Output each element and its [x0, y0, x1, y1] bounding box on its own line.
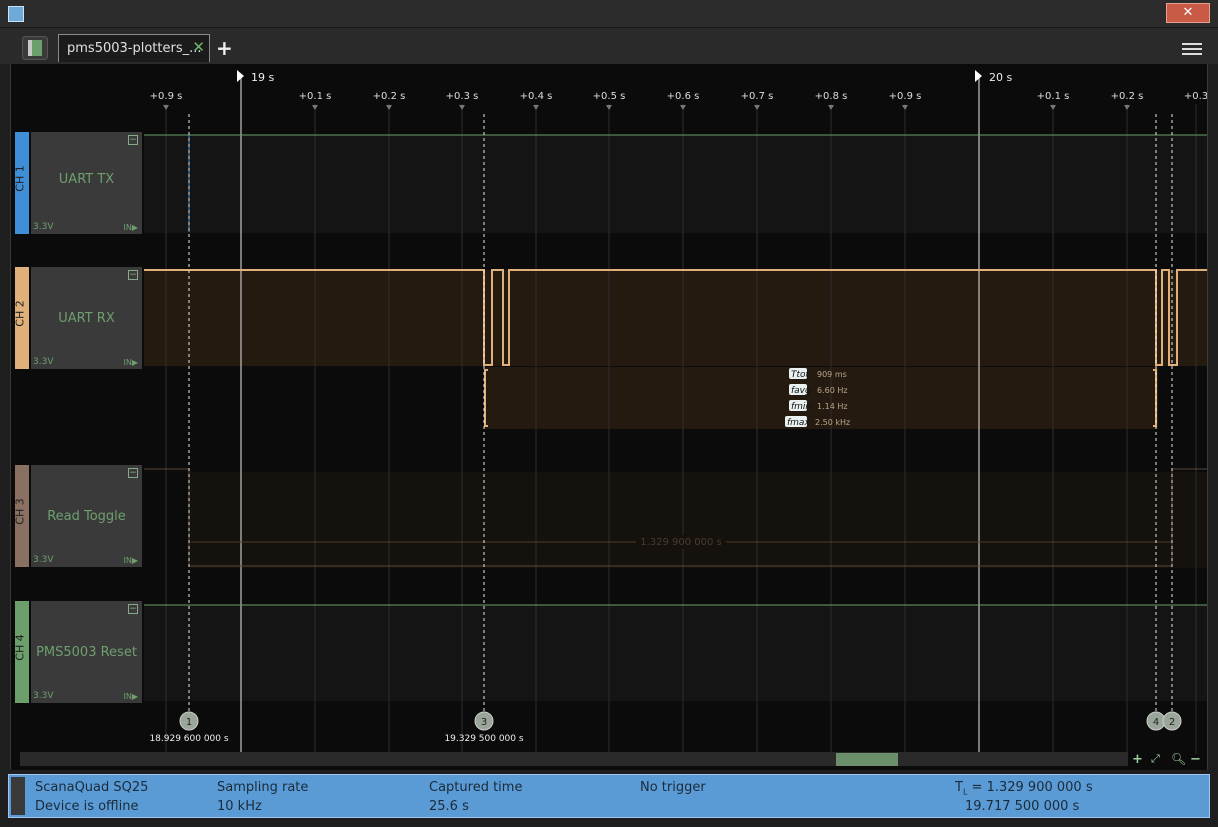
ch3-trace-bg: [189, 472, 1207, 568]
channel-io: IN▶: [123, 223, 139, 232]
zoom-out-icon[interactable]: −: [1190, 752, 1201, 767]
fmax-value: 2.50 kHz: [815, 418, 850, 427]
app-icon: [8, 6, 24, 22]
captured-time-value: 25.6 s: [429, 799, 469, 814]
channel-voltage: 3.3V: [33, 357, 54, 367]
marker-19s-label: 19 s: [251, 71, 274, 84]
tab-close-icon[interactable]: ✕: [192, 38, 205, 56]
plot-area[interactable]: 19 s 20 s +0.9 s +0.1 s +0.2 s +0.3 s +0…: [10, 64, 1208, 770]
zoom-in-icon[interactable]: +: [1132, 752, 1143, 767]
cursor-4-id: 4: [1153, 717, 1159, 728]
tick-label: +0.2 s: [373, 91, 406, 102]
channel-voltage: 3.3V: [33, 222, 54, 232]
tick-label: +0.3: [1184, 91, 1208, 102]
tick-label: +0.6 s: [667, 91, 700, 102]
channel-tab-ch1[interactable]: CH 1: [14, 132, 29, 234]
channel-voltage: 3.3V: [33, 691, 54, 701]
channel-tab-ch4[interactable]: CH 4: [14, 601, 29, 703]
absolute-time: 19.717 500 000 s: [965, 799, 1080, 814]
cursor-3-time: 19.329 500 000 s: [444, 734, 523, 744]
tick-label: +0.1 s: [1037, 91, 1070, 102]
channel-tab-ch3[interactable]: CH 3: [14, 465, 29, 567]
fmin-badge: fmin: [791, 402, 811, 412]
status-device-tab: [11, 777, 25, 815]
span-label: 1.329 900 000 s: [640, 537, 722, 548]
tab-title: pms5003-plotters_...: [67, 41, 202, 56]
add-tab-button[interactable]: +: [216, 36, 233, 60]
tl-readout: TL = 1.329 900 000 s: [955, 780, 1093, 797]
channel-io: IN▶: [123, 692, 139, 701]
captured-time-label: Captured time: [429, 780, 523, 795]
zoom-search-icon[interactable]: 🔍︎: [1171, 752, 1186, 766]
channel-name: Read Toggle: [47, 509, 126, 524]
scrollbar-thumb[interactable]: [836, 753, 898, 766]
ttot-value: 909 ms: [817, 370, 847, 379]
channel-io: IN▶: [123, 556, 139, 565]
collapse-icon[interactable]: −: [128, 270, 138, 280]
timeline-scrollbar[interactable]: [20, 752, 1128, 766]
fit-view-icon[interactable]: ⤢: [1151, 752, 1160, 766]
cursor-2-id: 2: [1169, 717, 1175, 728]
tick-label: +0.9 s: [889, 91, 922, 102]
tick-label: +0.9 s: [150, 91, 183, 102]
channel-card-ch2[interactable]: UART RX 3.3V IN▶ −: [31, 267, 142, 369]
device-name: ScanaQuad SQ25: [35, 780, 149, 795]
marker-20s-label: 20 s: [989, 71, 1012, 84]
title-bar: ✕: [0, 0, 1218, 28]
tick-label: +0.1 s: [299, 91, 332, 102]
settings-sliders-icon[interactable]: [1182, 40, 1202, 58]
tick-label: +0.4 s: [520, 91, 553, 102]
ttot-badge: Ttot: [791, 370, 810, 380]
channel-io: IN▶: [123, 358, 139, 367]
favg-badge: favg: [791, 386, 811, 396]
channel-voltage: 3.3V: [33, 555, 54, 565]
device-state: Device is offline: [35, 799, 139, 814]
panel-toggle-button[interactable]: [22, 36, 48, 60]
collapse-icon[interactable]: −: [128, 468, 138, 478]
tick-label: +0.2 s: [1111, 91, 1144, 102]
tab-pms5003[interactable]: pms5003-plotters_... ✕: [58, 34, 210, 62]
sampling-rate-label: Sampling rate: [217, 780, 309, 795]
channel-card-ch1[interactable]: UART TX 3.3V IN▶ −: [31, 132, 142, 234]
channel-name: UART TX: [58, 172, 115, 187]
collapse-icon[interactable]: −: [128, 135, 138, 145]
trigger-status: No trigger: [640, 780, 706, 795]
window-close-button[interactable]: ✕: [1166, 3, 1210, 23]
channel-name: PMS5003 Reset: [36, 645, 137, 660]
ch1-trace-bg: [144, 135, 1207, 233]
plot-canvas: 19 s 20 s +0.9 s +0.1 s +0.2 s +0.3 s +0…: [144, 70, 1208, 754]
sampling-rate-value: 10 kHz: [217, 799, 262, 814]
tick-label: +0.7 s: [741, 91, 774, 102]
tick-label: +0.8 s: [815, 91, 848, 102]
fmax-badge: fmax: [787, 418, 810, 428]
fmin-value: 1.14 Hz: [817, 402, 848, 411]
panel-icon: [28, 40, 42, 56]
tick-marks: [163, 105, 1130, 110]
cursor-3-id: 3: [481, 717, 487, 728]
ch4-trace-bg: [144, 605, 1207, 701]
tick-label: +0.5 s: [593, 91, 626, 102]
channel-card-ch3[interactable]: Read Toggle 3.3V IN▶ −: [31, 465, 142, 567]
favg-value: 6.60 Hz: [817, 386, 848, 395]
channel-card-ch4[interactable]: PMS5003 Reset 3.3V IN▶ −: [31, 601, 142, 703]
status-bar: ScanaQuad SQ25 Device is offline Samplin…: [8, 774, 1210, 818]
cursor-1-id: 1: [186, 717, 192, 728]
channel-tab-ch2[interactable]: CH 2: [14, 267, 29, 369]
channel-name: UART RX: [58, 311, 115, 326]
cursor-1-time: 18.929 600 000 s: [149, 734, 228, 744]
tick-label: +0.3 s: [446, 91, 479, 102]
collapse-icon[interactable]: −: [128, 604, 138, 614]
ch2-trace-bg: [144, 270, 1207, 366]
